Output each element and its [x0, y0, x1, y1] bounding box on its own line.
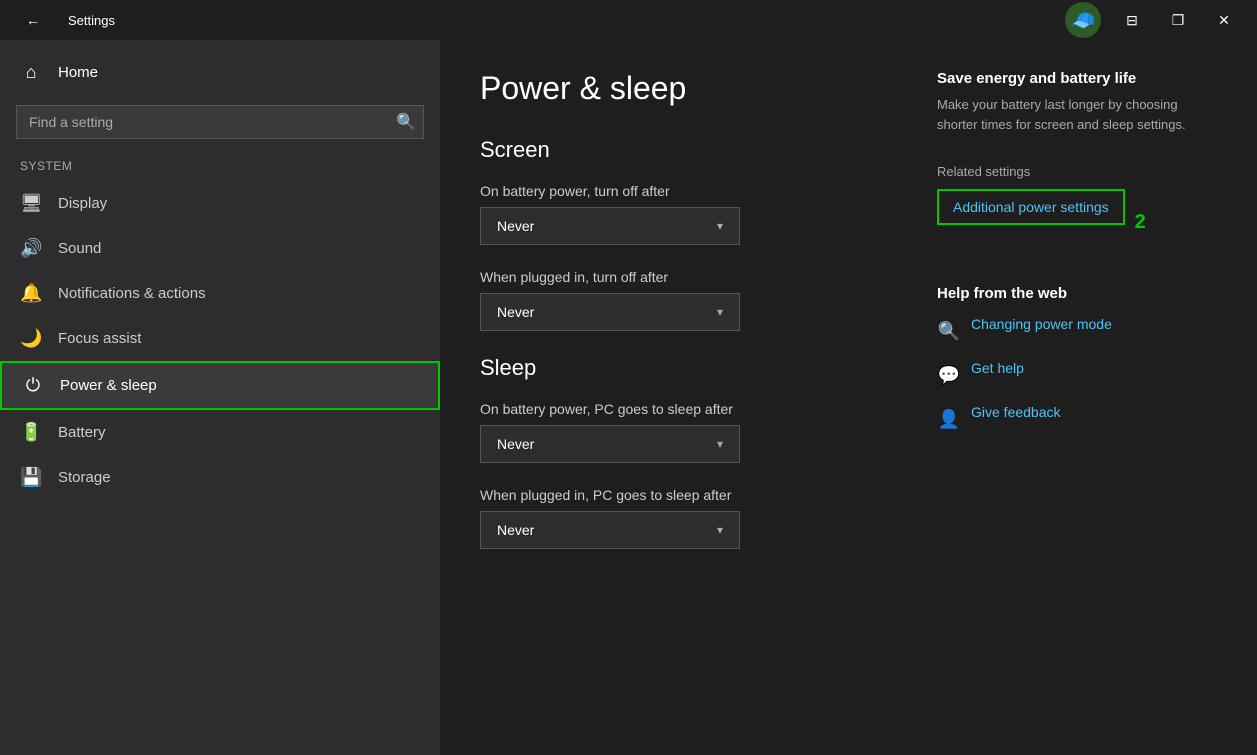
chevron-down-icon-2: ▾	[717, 305, 723, 319]
window-controls: ⊟ ❐ ✕	[1109, 0, 1247, 40]
notifications-icon: 🔔	[20, 283, 42, 304]
display-icon: 🖥	[20, 193, 42, 214]
focus-icon: 🌙	[20, 328, 42, 349]
additional-power-settings-link[interactable]: Additional power settings	[937, 189, 1125, 225]
changing-power-item: 🔍 Changing power mode	[937, 316, 1217, 346]
focus-label: Focus assist	[58, 330, 141, 347]
screen-plugged-value: Never	[497, 304, 534, 320]
info-text: Make your battery last longer by choosin…	[937, 95, 1217, 134]
give-feedback-icon: 👤	[937, 409, 961, 430]
get-help-link[interactable]: Get help	[971, 360, 1024, 376]
close-button[interactable]: ✕	[1201, 0, 1247, 40]
get-help-icon: 💬	[937, 365, 961, 386]
search-input[interactable]	[16, 105, 424, 139]
give-feedback-item: 👤 Give feedback	[937, 404, 1217, 434]
sidebar-item-sound[interactable]: 🔊 Sound	[0, 226, 440, 271]
sound-label: Sound	[58, 240, 101, 257]
sleep-section-title: Sleep	[480, 355, 877, 381]
back-button[interactable]: ←	[10, 0, 56, 40]
sidebar: ⌂ Home 🔍 System 🖥 Display 🔊 Sound 🔔 Noti…	[0, 40, 440, 755]
screen-battery-value: Never	[497, 218, 534, 234]
page-title: Power & sleep	[480, 70, 877, 107]
display-label: Display	[58, 195, 107, 212]
help-title: Help from the web	[937, 285, 1217, 302]
right-panel: Save energy and battery life Make your b…	[937, 70, 1217, 725]
sidebar-item-battery[interactable]: 🔋 Battery	[0, 410, 440, 455]
give-feedback-link[interactable]: Give feedback	[971, 404, 1061, 420]
sleep-battery-value: Never	[497, 436, 534, 452]
storage-icon: 💾	[20, 467, 42, 488]
maximize-button[interactable]: ❐	[1155, 0, 1201, 40]
info-title: Save energy and battery life	[937, 70, 1217, 87]
chevron-down-icon: ▾	[717, 219, 723, 233]
sleep-plugged-dropdown[interactable]: Never ▾	[480, 511, 740, 549]
search-box: 🔍	[16, 105, 424, 139]
sleep-battery-label: On battery power, PC goes to sleep after	[480, 401, 877, 417]
minimize-button[interactable]: ⊟	[1109, 0, 1155, 40]
sidebar-item-storage[interactable]: 💾 Storage	[0, 455, 440, 500]
search-icon[interactable]: 🔍	[396, 112, 416, 132]
sleep-battery-dropdown[interactable]: Never ▾	[480, 425, 740, 463]
screen-battery-label: On battery power, turn off after	[480, 183, 877, 199]
system-label: System	[0, 155, 440, 181]
nav-home[interactable]: ⌂ Home	[0, 50, 440, 95]
window-title: Settings	[68, 13, 115, 28]
sleep-plugged-label: When plugged in, PC goes to sleep after	[480, 487, 877, 503]
battery-icon: 🔋	[20, 422, 42, 443]
app-body: ⌂ Home 🔍 System 🖥 Display 🔊 Sound 🔔 Noti…	[0, 40, 1257, 755]
storage-label: Storage	[58, 469, 111, 486]
sleep-section: Sleep On battery power, PC goes to sleep…	[480, 355, 877, 549]
notifications-label: Notifications & actions	[58, 285, 206, 302]
title-bar: ← Settings 🧢 ⊟ ❐ ✕	[0, 0, 1257, 40]
avatar: 🧢	[1065, 2, 1101, 38]
get-help-item: 💬 Get help	[937, 360, 1217, 390]
screen-battery-dropdown[interactable]: Never ▾	[480, 207, 740, 245]
chevron-down-icon-4: ▾	[717, 523, 723, 537]
sidebar-item-focus[interactable]: 🌙 Focus assist	[0, 316, 440, 361]
screen-plugged-dropdown[interactable]: Never ▾	[480, 293, 740, 331]
title-bar-left: ← Settings	[10, 0, 115, 40]
main-content: Power & sleep Screen On battery power, t…	[480, 70, 877, 725]
sound-icon: 🔊	[20, 238, 42, 259]
sidebar-item-display[interactable]: 🖥 Display	[0, 181, 440, 226]
home-label: Home	[58, 64, 98, 81]
sidebar-item-notifications[interactable]: 🔔 Notifications & actions	[0, 271, 440, 316]
sleep-plugged-value: Never	[497, 522, 534, 538]
home-icon: ⌂	[20, 62, 42, 83]
content-area: Power & sleep Screen On battery power, t…	[440, 40, 1257, 755]
battery-label: Battery	[58, 424, 106, 441]
power-label: Power & sleep	[60, 377, 157, 394]
screen-plugged-label: When plugged in, turn off after	[480, 269, 877, 285]
changing-power-icon: 🔍	[937, 321, 961, 342]
screen-section-title: Screen	[480, 137, 877, 163]
related-settings-label: Related settings	[937, 164, 1217, 179]
step-badge-2: 2	[1135, 211, 1146, 234]
changing-power-link[interactable]: Changing power mode	[971, 316, 1112, 332]
chevron-down-icon-3: ▾	[717, 437, 723, 451]
sidebar-item-power[interactable]: ⏻ Power & sleep	[0, 361, 440, 410]
power-icon: ⏻	[22, 375, 44, 396]
